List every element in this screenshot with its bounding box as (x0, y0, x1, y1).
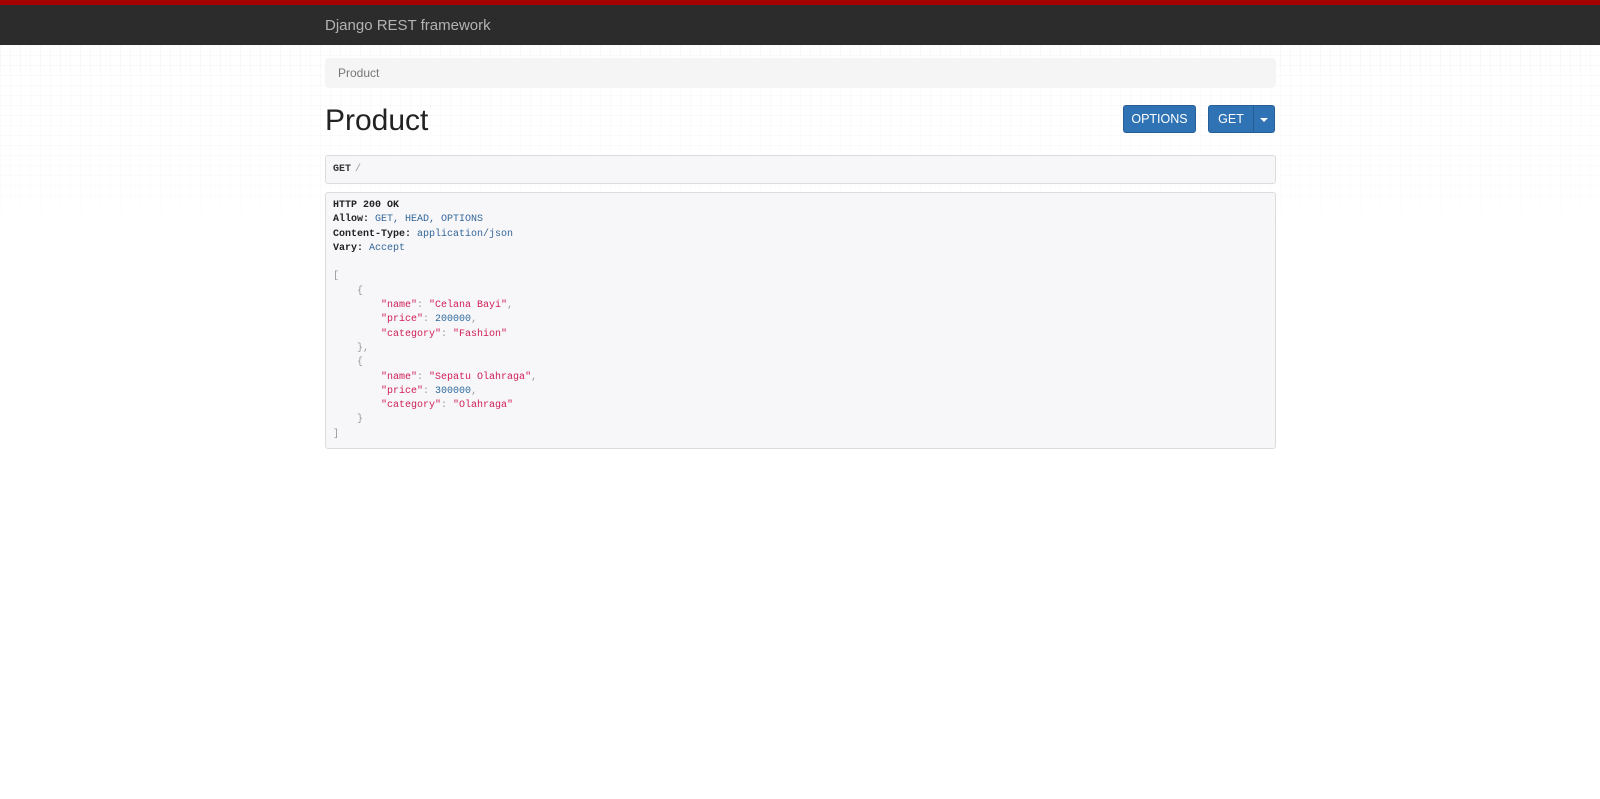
breadcrumb-item-current: Product (338, 66, 380, 80)
request-method: GET (333, 164, 352, 175)
json-value-name: "Celana Bayi" (429, 300, 508, 312)
json-line: { (357, 357, 364, 369)
breadcrumb: Product (325, 58, 1276, 88)
json-value-category: "Olahraga" (453, 400, 514, 412)
request-info: GET / (325, 155, 1276, 184)
request-path: / (355, 164, 362, 175)
json-line: }, (357, 342, 370, 354)
json-key-price: "price" (381, 385, 424, 397)
json-line: "price": 300000, (381, 385, 478, 397)
json-value-category: "Fashion" (453, 328, 508, 340)
response-status-line: HTTP 200 OK (333, 199, 1268, 213)
json-line: { (357, 285, 364, 297)
get-format-dropdown-button[interactable] (1253, 105, 1275, 133)
json-value-name: "Sepatu Olahraga" (429, 371, 532, 383)
header-value: GET, HEAD, OPTIONS (375, 214, 484, 226)
json-line: } (357, 414, 364, 426)
header-key: Allow: (333, 214, 370, 226)
response-header-line: Allow: GET, HEAD, OPTIONS (333, 213, 1268, 227)
json-value-price: 200000 (435, 314, 472, 326)
json-key-name: "name" (381, 371, 418, 383)
header-key: Content-Type: (333, 228, 412, 240)
json-key-price: "price" (381, 314, 424, 326)
brand-link[interactable]: Django REST framework (325, 16, 491, 36)
json-key-category: "category" (381, 400, 442, 412)
json-line: "name": "Sepatu Olahraga", (381, 371, 538, 383)
json-line: [ (333, 271, 340, 283)
response-header-line: Vary: Accept (333, 242, 1268, 256)
json-line: "category": "Olahraga" (381, 400, 514, 412)
json-key-name: "name" (381, 300, 418, 312)
json-key-category: "category" (381, 328, 442, 340)
header-key: Vary: (333, 242, 364, 254)
caret-down-icon (1260, 117, 1268, 122)
page-title: Product (325, 104, 429, 137)
response-status: HTTP 200 OK (333, 200, 400, 211)
get-button[interactable]: GET (1208, 105, 1254, 133)
json-line: "category": "Fashion" (381, 328, 508, 340)
response-info: HTTP 200 OK Allow: GET, HEAD, OPTIONS Cont… (325, 192, 1276, 449)
options-button[interactable]: OPTIONS (1123, 105, 1196, 133)
navbar: Django REST framework (0, 0, 1600, 45)
json-line: ] (333, 428, 340, 440)
json-value-price: 300000 (435, 385, 472, 397)
json-line: "name": "Celana Bayi", (381, 300, 514, 312)
response-header-line: Content-Type: application/json (333, 228, 1268, 242)
header-value: Accept (369, 242, 406, 254)
json-line: "price": 200000, (381, 314, 478, 326)
header-value: application/json (417, 228, 514, 240)
